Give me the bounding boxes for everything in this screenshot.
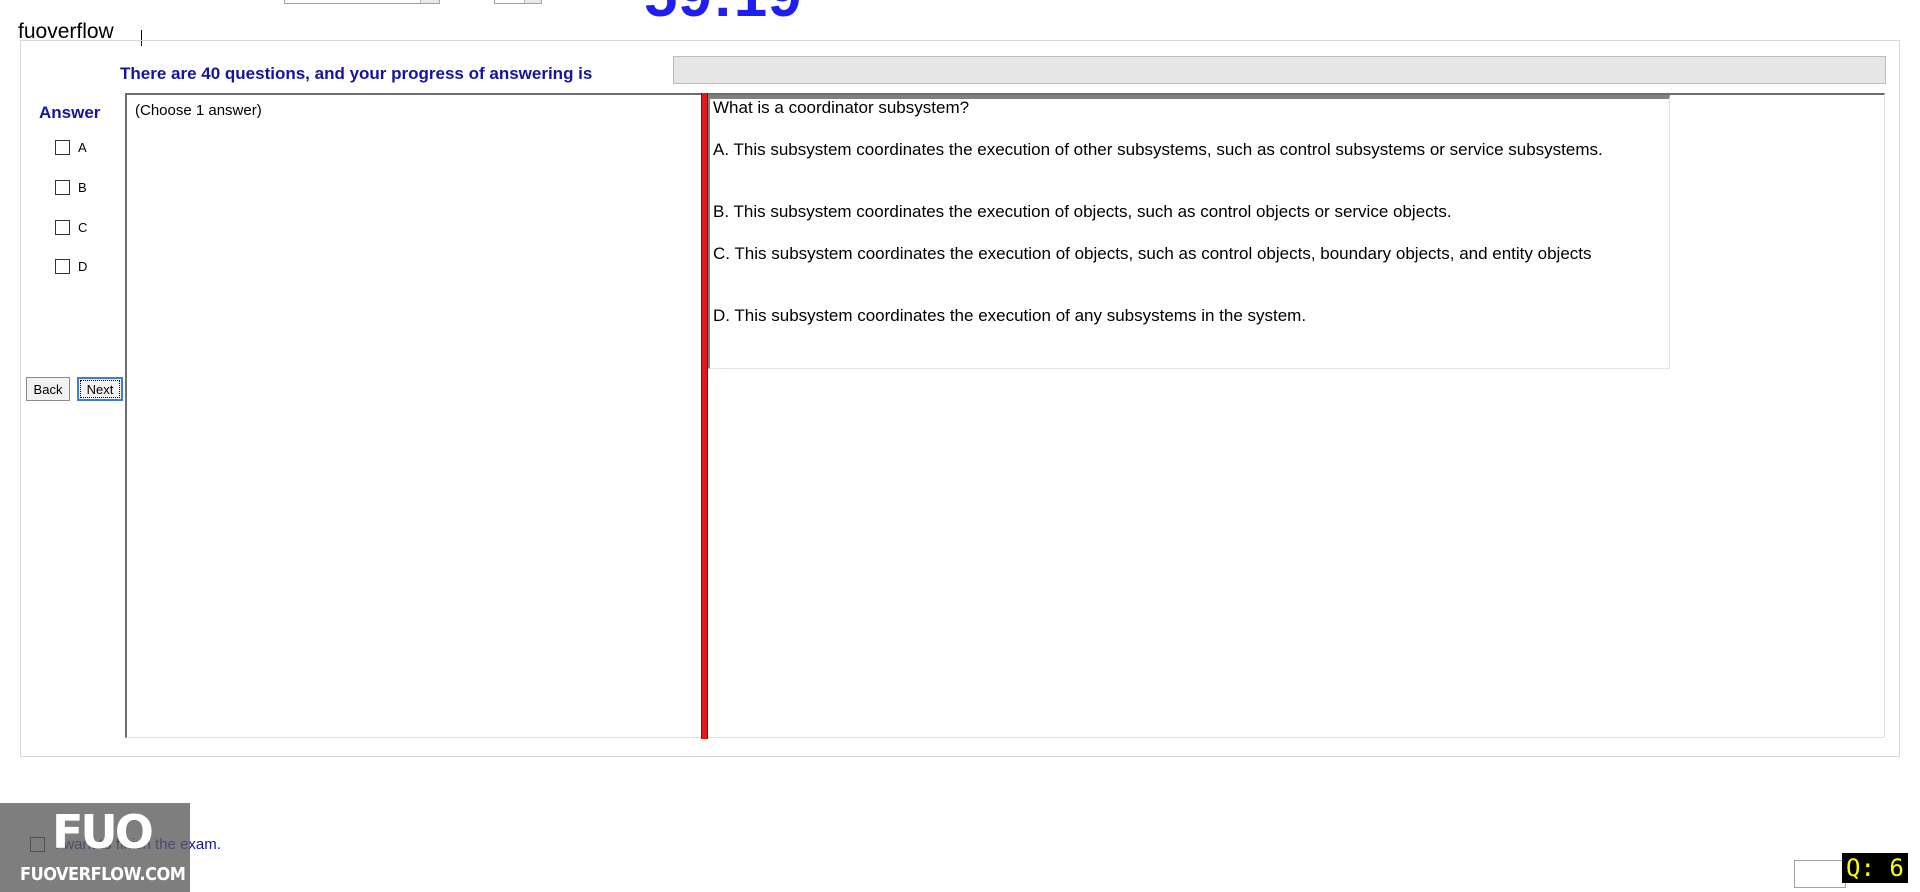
chevron-down-icon[interactable] [420,0,439,3]
question-prompt: What is a coordinator subsystem? [713,98,970,117]
question-choice-d: D. This subsystem coordinates the execut… [713,306,1307,325]
answer-option-c[interactable]: C [55,219,87,235]
progress-bar [673,56,1886,84]
question-box [708,95,1670,369]
watermark-logo: FUO FUOVERFLOW.COM [0,803,190,892]
checkbox[interactable] [55,139,70,155]
logo-site: FUOVERFLOW.COM [20,864,186,885]
option-label: D [78,258,88,274]
answer-option-b[interactable]: B [55,179,87,195]
option-label: B [78,179,87,195]
checkbox[interactable] [55,258,70,274]
answer-heading: Answer [39,103,101,122]
next-button[interactable]: Next [77,377,123,401]
font-size-spinner[interactable] [494,0,542,4]
question-counter: Q: 6 [1842,853,1908,883]
checkbox[interactable] [55,179,70,195]
choose-hint: (Choose 1 answer) [135,102,262,119]
countdown-timer: 59:19 [644,0,802,26]
logo-mark: FUO [52,805,154,859]
question-choice-a: A. This subsystem coordinates the execut… [713,140,1603,159]
answer-pane[interactable] [125,93,703,738]
question-number-box[interactable] [1794,860,1846,888]
question-choice-b: B. This subsystem coordinates the execut… [713,202,1452,221]
option-label: A [78,139,87,155]
checkbox[interactable] [55,219,70,235]
exam-code-combobox[interactable] [284,0,440,4]
answer-option-a[interactable]: A [55,139,87,155]
option-label: C [78,219,88,235]
spin-arrows-icon[interactable] [524,0,541,3]
progress-label: There are 40 questions, and your progres… [120,64,593,83]
pane-splitter[interactable] [701,93,708,739]
answer-option-d[interactable]: D [55,258,87,274]
back-button[interactable]: Back [26,377,70,401]
question-choice-c: C. This subsystem coordinates the execut… [713,244,1592,263]
